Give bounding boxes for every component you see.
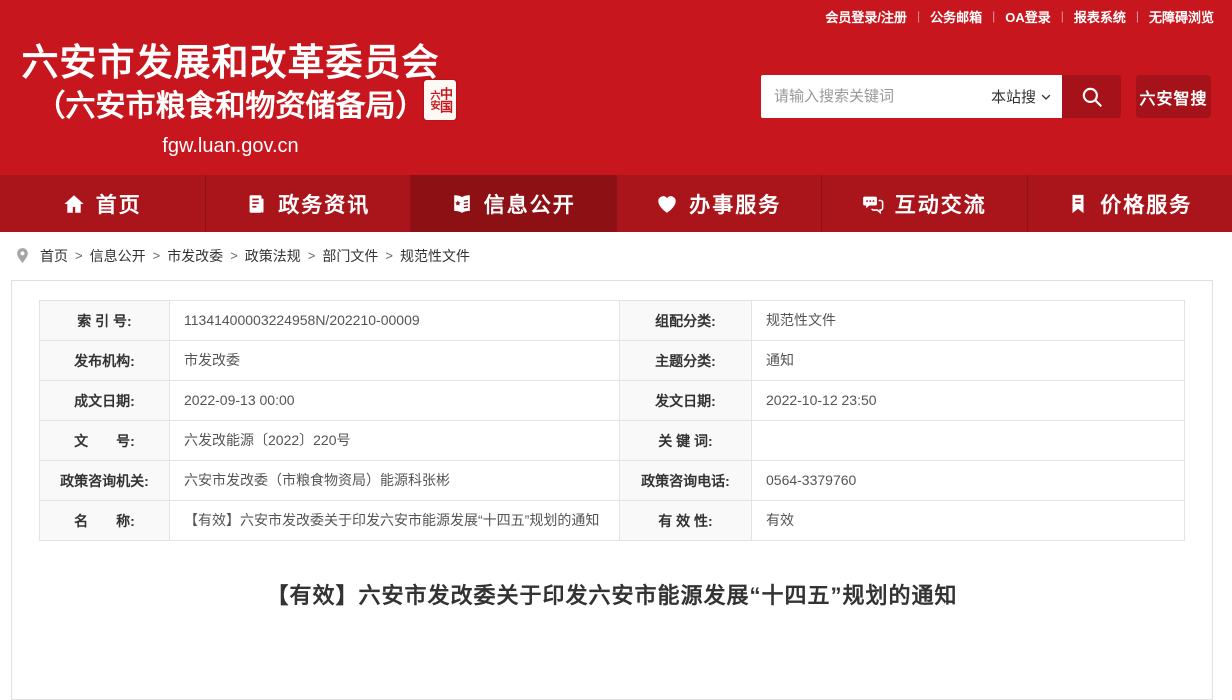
seal-text-left: 六安 xyxy=(428,90,438,110)
search-button[interactable] xyxy=(1062,75,1121,118)
table-row: 发布机构: 市发改委 主题分类: 通知 xyxy=(40,341,1185,381)
meta-value: 六发改能源〔2022〕220号 xyxy=(170,421,620,461)
meta-value: 11341400003224958N/202210-00009 xyxy=(170,301,620,341)
search-scope-dropdown[interactable]: 本站搜 xyxy=(983,86,1052,107)
nav-item-services[interactable]: 办事服务 xyxy=(617,175,823,232)
topbar-divider: | xyxy=(1136,9,1139,23)
open-book-icon xyxy=(451,193,473,215)
meta-label: 名 称: xyxy=(40,501,170,541)
meta-value: 规范性文件 xyxy=(752,301,1185,341)
meta-value: 2022-10-12 23:50 xyxy=(752,381,1185,421)
breadcrumb-dept-files[interactable]: 部门文件 xyxy=(322,246,378,266)
meta-label: 文 号: xyxy=(40,421,170,461)
topbar-divider: | xyxy=(917,9,920,23)
breadcrumb-normative-files[interactable]: 规范性文件 xyxy=(400,246,470,266)
table-row: 名 称: 【有效】六安市发改委关于印发六安市能源发展“十四五”规划的通知 有 效… xyxy=(40,501,1185,541)
breadcrumb-separator: > xyxy=(385,248,393,263)
meta-value: 通知 xyxy=(752,341,1185,381)
search-icon xyxy=(1079,84,1105,110)
heart-icon xyxy=(656,193,678,215)
nav-item-price[interactable]: 价格服务 xyxy=(1028,175,1232,232)
document-meta-table: 索 引 号: 11341400003224958N/202210-00009 组… xyxy=(39,300,1185,541)
seal-text-right: 中国 xyxy=(439,87,452,113)
table-row: 索 引 号: 11341400003224958N/202210-00009 组… xyxy=(40,301,1185,341)
meta-label: 关 键 词: xyxy=(620,421,752,461)
location-pin-icon xyxy=(14,245,31,266)
meta-value: 市发改委 xyxy=(170,341,620,381)
smart-search-button[interactable]: 六安智搜 xyxy=(1136,75,1211,118)
meta-label: 发布机构: xyxy=(40,341,170,381)
search-group: 本站搜 六安智搜 xyxy=(761,75,1211,118)
meta-label: 组配分类: xyxy=(620,301,752,341)
breadcrumb-home[interactable]: 首页 xyxy=(40,246,68,266)
toplink-member-login[interactable]: 会员登录/注册 xyxy=(825,7,907,26)
toplink-oa-login[interactable]: OA登录 xyxy=(1005,7,1051,26)
nav-label: 政务资讯 xyxy=(278,189,370,219)
bookmark-icon xyxy=(1067,193,1089,215)
breadcrumb: 首页 > 信息公开 > 市发改委 > 政策法规 > 部门文件 > 规范性文件 xyxy=(0,232,1232,279)
seal-icon: 六安 中国 xyxy=(424,80,456,120)
breadcrumb-separator: > xyxy=(308,248,316,263)
document-title: 【有效】六安市发改委关于印发六安市能源发展“十四五”规划的通知 xyxy=(39,578,1185,610)
meta-value: 【有效】六安市发改委关于印发六安市能源发展“十四五”规划的通知 xyxy=(170,501,620,541)
chat-icon xyxy=(862,193,884,215)
breadcrumb-separator: > xyxy=(230,248,238,263)
meta-value: 0564-3379760 xyxy=(752,461,1185,501)
breadcrumb-separator: > xyxy=(75,248,83,263)
nav-label: 首页 xyxy=(96,189,142,219)
search-scope-label: 本站搜 xyxy=(991,86,1036,107)
nav-label: 互动交流 xyxy=(895,189,987,219)
site-identity: 六安市发展和改革委员会 （六安市粮食和物资储备局） fgw.luan.gov.c… xyxy=(8,40,453,158)
topbar: 会员登录/注册 | 公务邮箱 | OA登录 | 报表系统 | 无障碍浏览 xyxy=(0,0,1232,32)
site-title: 六安市发展和改革委员会 xyxy=(8,40,453,86)
table-row: 成文日期: 2022-09-13 00:00 发文日期: 2022-10-12 … xyxy=(40,381,1185,421)
nav-label: 信息公开 xyxy=(484,189,576,219)
meta-value xyxy=(752,421,1185,461)
meta-label: 成文日期: xyxy=(40,381,170,421)
breadcrumb-fgw[interactable]: 市发改委 xyxy=(167,246,223,266)
nav-item-news[interactable]: 政务资讯 xyxy=(206,175,412,232)
meta-value: 2022-09-13 00:00 xyxy=(170,381,620,421)
site-header: 会员登录/注册 | 公务邮箱 | OA登录 | 报表系统 | 无障碍浏览 六安市… xyxy=(0,0,1232,175)
meta-label: 主题分类: xyxy=(620,341,752,381)
nav-item-home[interactable]: 首页 xyxy=(0,175,206,232)
meta-label: 政策咨询机关: xyxy=(40,461,170,501)
nav-label: 价格服务 xyxy=(1100,189,1192,219)
topbar-divider: | xyxy=(992,9,995,23)
topbar-divider: | xyxy=(1061,9,1064,23)
meta-value: 有效 xyxy=(752,501,1185,541)
search-input[interactable] xyxy=(774,88,983,105)
table-row: 政策咨询机关: 六安市发改委（市粮食物资局）能源科张彬 政策咨询电话: 0564… xyxy=(40,461,1185,501)
meta-label: 有 效 性: xyxy=(620,501,752,541)
table-row: 文 号: 六发改能源〔2022〕220号 关 键 词: xyxy=(40,421,1185,461)
meta-label: 政策咨询电话: xyxy=(620,461,752,501)
site-subtitle: （六安市粮食和物资储备局） xyxy=(8,88,453,126)
meta-value: 六安市发改委（市粮食物资局）能源科张彬 xyxy=(170,461,620,501)
nav-item-info-disclosure[interactable]: 信息公开 xyxy=(411,175,617,232)
home-icon xyxy=(63,193,85,215)
chevron-down-icon xyxy=(1040,91,1052,103)
main-nav: 首页 政务资讯 信息公开 xyxy=(0,175,1232,232)
meta-label: 发文日期: xyxy=(620,381,752,421)
nav-item-interaction[interactable]: 互动交流 xyxy=(822,175,1028,232)
breadcrumb-policy[interactable]: 政策法规 xyxy=(245,246,301,266)
breadcrumb-info-disclosure[interactable]: 信息公开 xyxy=(90,246,146,266)
nav-label: 办事服务 xyxy=(689,189,781,219)
document-meta-card: 索 引 号: 11341400003224958N/202210-00009 组… xyxy=(11,280,1213,700)
toplink-official-mail[interactable]: 公务邮箱 xyxy=(930,7,982,26)
toplink-accessibility[interactable]: 无障碍浏览 xyxy=(1149,7,1214,26)
site-url: fgw.luan.gov.cn xyxy=(8,135,453,158)
meta-label: 索 引 号: xyxy=(40,301,170,341)
breadcrumb-separator: > xyxy=(153,248,161,263)
document-icon xyxy=(245,193,267,215)
search-box: 本站搜 xyxy=(761,75,1062,118)
toplink-report-system[interactable]: 报表系统 xyxy=(1074,7,1126,26)
